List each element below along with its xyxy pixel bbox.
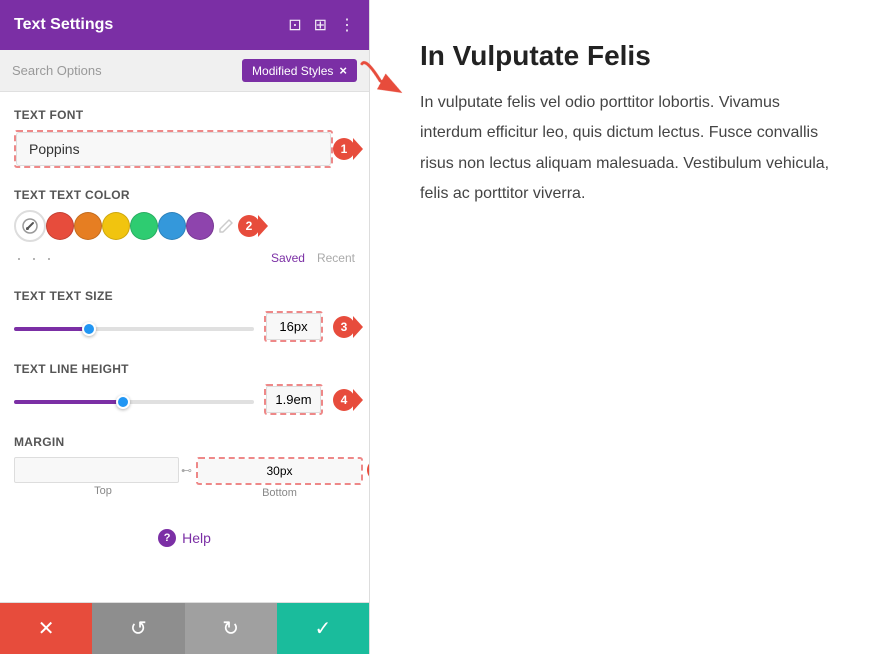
margin-section: Margin ⊷ Top Botto xyxy=(14,435,355,499)
size-slider-row: 3 xyxy=(14,311,355,342)
recent-label[interactable]: Recent xyxy=(317,251,355,265)
margin-bottom-dashed xyxy=(196,457,363,485)
margin-fields-row: ⊷ Top Bottom 5 xyxy=(14,457,355,499)
help-icon: ? xyxy=(158,529,176,547)
font-section-label: Text Font xyxy=(14,108,355,122)
size-badge-3: 3 xyxy=(333,316,355,338)
color-section-label: Text Text Color xyxy=(14,188,355,202)
eyedropper-button[interactable] xyxy=(14,210,46,242)
color-swatch-yellow[interactable] xyxy=(102,212,130,240)
expand-icon[interactable]: ⊡ xyxy=(288,15,301,35)
margin-top-label: Top xyxy=(94,485,112,497)
line-height-section: Text Line Height 4 xyxy=(14,362,355,415)
size-section: Text Text Size 3 xyxy=(14,289,355,342)
cancel-button[interactable]: ✕ xyxy=(0,603,92,654)
arrow-indicator xyxy=(355,46,414,112)
preview-panel: In Vulputate Felis In vulputate felis ve… xyxy=(370,0,880,654)
margin-bottom-wrapper: Bottom xyxy=(196,457,363,499)
color-dots: · · · xyxy=(14,248,54,269)
size-slider[interactable] xyxy=(14,327,254,331)
undo-button[interactable]: ↺ xyxy=(92,603,184,654)
color-pencil-icon[interactable] xyxy=(214,214,238,238)
color-section: Text Text Color xyxy=(14,188,355,269)
color-swatch-orange[interactable] xyxy=(74,212,102,240)
panel-content: Text Font Poppins Roboto Open Sans ▾ 1 T… xyxy=(0,92,369,602)
header-icons: ⊡ ⊞ ⋮ xyxy=(288,15,355,35)
size-slider-track xyxy=(14,318,254,336)
line-height-value-wrapper xyxy=(264,384,323,415)
preview-body: In vulputate felis vel odio porttitor lo… xyxy=(420,88,830,210)
color-swatch-red[interactable] xyxy=(46,212,74,240)
color-picker-row: 2 xyxy=(14,210,355,242)
line-height-slider-row: 4 xyxy=(14,384,355,415)
margin-top-link-icon[interactable]: ⊷ xyxy=(181,464,192,477)
font-badge-1: 1 xyxy=(333,138,355,160)
modified-styles-close[interactable]: × xyxy=(339,63,347,78)
font-select-row: Poppins Roboto Open Sans ▾ 1 xyxy=(14,130,355,168)
arrow-icon xyxy=(355,46,413,104)
help-label: Help xyxy=(182,530,211,546)
margin-top-wrapper: ⊷ Top xyxy=(14,457,192,497)
line-height-value-input[interactable] xyxy=(266,386,321,413)
margin-top-input[interactable] xyxy=(14,457,179,483)
panel-header: Text Settings ⊡ ⊞ ⋮ xyxy=(0,0,369,50)
color-swatch-purple[interactable] xyxy=(186,212,214,240)
color-badge-2: 2 xyxy=(238,215,260,237)
grid-icon[interactable]: ⊞ xyxy=(314,15,327,35)
eyedropper-icon xyxy=(22,218,38,234)
margin-badge-5: 5 xyxy=(367,459,369,481)
settings-panel: Text Settings ⊡ ⊞ ⋮ Search Options Modif… xyxy=(0,0,370,654)
color-swatch-green[interactable] xyxy=(130,212,158,240)
margin-top-input-row: ⊷ xyxy=(14,457,192,483)
search-bar: Search Options Modified Styles × xyxy=(0,50,369,92)
redo-button[interactable]: ↻ xyxy=(185,603,277,654)
margin-bottom-label: Bottom xyxy=(262,487,297,499)
margin-bottom-input-row xyxy=(196,457,363,485)
save-button[interactable]: ✓ xyxy=(277,603,369,654)
margin-section-label: Margin xyxy=(14,435,355,449)
modified-styles-label: Modified Styles xyxy=(252,64,333,78)
margin-bottom-input[interactable] xyxy=(198,459,361,483)
line-height-slider[interactable] xyxy=(14,400,254,404)
line-height-badge-4: 4 xyxy=(333,389,355,411)
size-value-input[interactable] xyxy=(266,313,321,340)
font-select[interactable]: Poppins Roboto Open Sans xyxy=(16,132,331,166)
color-swatch-blue[interactable] xyxy=(158,212,186,240)
font-select-wrapper: Poppins Roboto Open Sans ▾ xyxy=(14,130,333,168)
more-icon[interactable]: ⋮ xyxy=(339,15,355,35)
line-height-section-label: Text Line Height xyxy=(14,362,355,376)
help-row[interactable]: ? Help xyxy=(14,519,355,557)
saved-recent-row: Saved Recent xyxy=(271,251,355,265)
preview-heading: In Vulputate Felis xyxy=(420,40,830,72)
font-section: Text Font Poppins Roboto Open Sans ▾ 1 xyxy=(14,108,355,168)
size-value-wrapper xyxy=(264,311,323,342)
bottom-toolbar: ✕ ↺ ↻ ✓ xyxy=(0,602,369,654)
size-section-label: Text Text Size xyxy=(14,289,355,303)
panel-title: Text Settings xyxy=(14,16,113,34)
modified-styles-badge[interactable]: Modified Styles × xyxy=(242,59,357,82)
line-height-slider-track xyxy=(14,391,254,409)
saved-label[interactable]: Saved xyxy=(271,251,305,265)
search-placeholder[interactable]: Search Options xyxy=(12,63,102,78)
